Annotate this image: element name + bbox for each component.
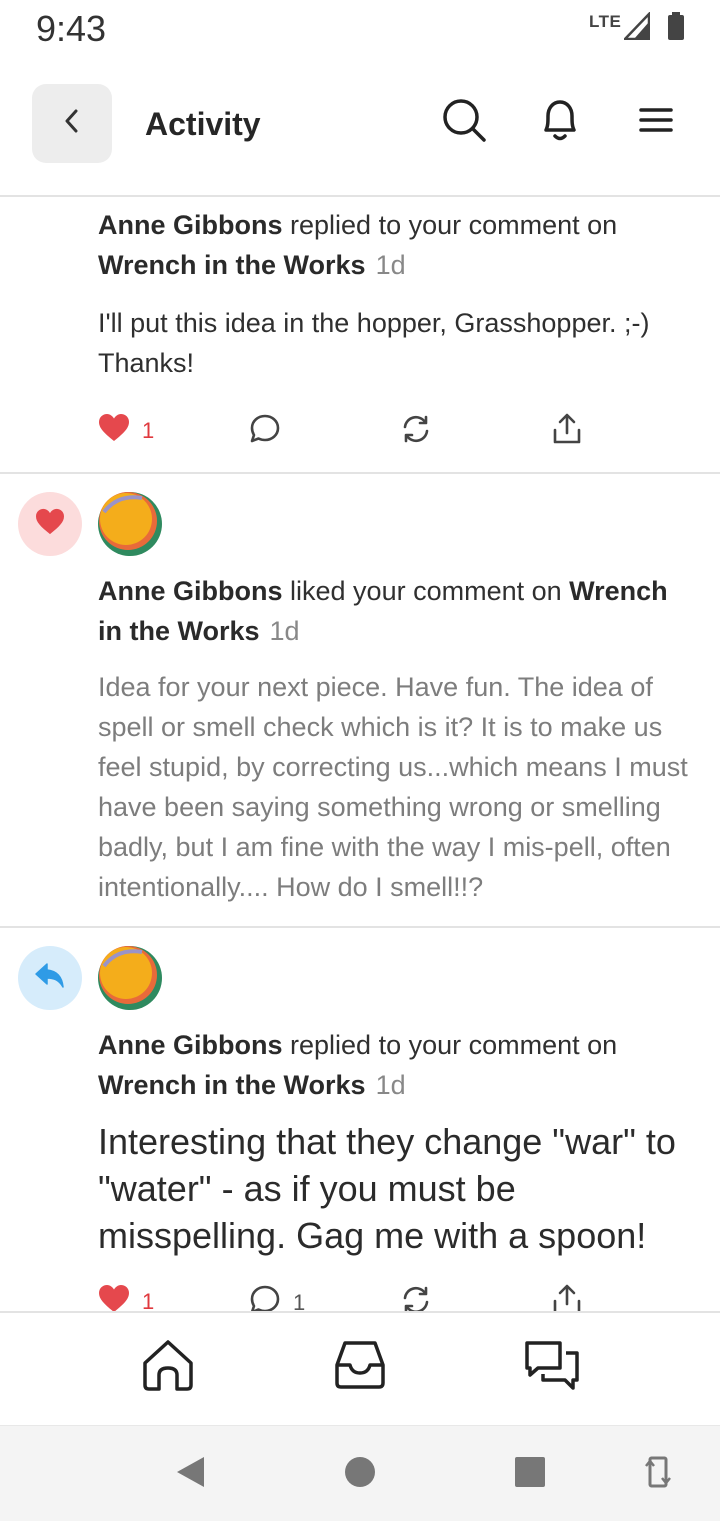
action-text: replied to your comment on: [290, 1030, 618, 1060]
nav-inbox[interactable]: [328, 1335, 392, 1399]
rotate-icon: [645, 1454, 671, 1495]
comment-icon: [249, 413, 281, 450]
comment-button[interactable]: [249, 413, 281, 450]
like-button[interactable]: 1: [98, 413, 154, 448]
chat-icon: [522, 1337, 582, 1398]
page-title: Activity: [145, 106, 261, 142]
share-button[interactable]: [551, 1284, 583, 1311]
search-button[interactable]: [440, 98, 488, 146]
time-ago: 1d: [269, 616, 300, 646]
like-badge: [18, 492, 82, 556]
system-recents-button[interactable]: [510, 1454, 550, 1494]
search-icon: [441, 97, 487, 148]
time-ago: 1d: [375, 250, 406, 280]
actor-name[interactable]: Anne Gibbons: [98, 576, 283, 606]
battery-icon: [667, 12, 685, 45]
notification-item[interactable]: Anne Gibbons replied to your comment on …: [0, 197, 720, 472]
restack-icon: [400, 413, 432, 450]
back-button[interactable]: [32, 84, 112, 163]
rotate-button[interactable]: [638, 1454, 678, 1494]
chevron-left-icon: [62, 106, 82, 141]
avatar[interactable]: [98, 492, 162, 556]
like-button[interactable]: 1: [98, 1284, 154, 1311]
inbox-icon: [332, 1337, 388, 1398]
actor-name[interactable]: Anne Gibbons: [98, 210, 283, 240]
heart-icon: [35, 508, 65, 541]
status-time: 9:43: [36, 8, 107, 49]
notification-item[interactable]: Anne Gibbons liked your comment on Wrenc…: [0, 474, 720, 924]
reply-badge: [18, 946, 82, 1010]
share-button[interactable]: [551, 413, 583, 450]
restack-icon: [400, 1284, 432, 1311]
notification-headline: Anne Gibbons replied to your comment on …: [98, 205, 698, 285]
notifications-button[interactable]: [536, 98, 584, 146]
system-nav-bar: [0, 1425, 720, 1521]
action-text: liked your comment on: [290, 576, 562, 606]
time-ago: 1d: [375, 1070, 406, 1100]
comment-icon: [249, 1284, 281, 1311]
app-header: Activity: [0, 68, 720, 194]
signal-icon: [622, 10, 651, 45]
bottom-nav: [0, 1311, 720, 1427]
menu-icon: [639, 106, 673, 139]
action-text: replied to your comment on: [290, 210, 618, 240]
comment-excerpt[interactable]: I'll put this idea in the hopper, Grassh…: [98, 303, 698, 383]
avatar[interactable]: [98, 946, 162, 1010]
status-bar: 9:43 LTE: [0, 0, 720, 60]
notification-item[interactable]: Anne Gibbons replied to your comment on …: [0, 928, 720, 1311]
network-type: LTE: [589, 12, 622, 31]
notification-headline: Anne Gibbons liked your comment on Wrenc…: [98, 571, 698, 651]
heart-icon: [98, 1284, 130, 1311]
system-home-button[interactable]: [340, 1454, 380, 1494]
bell-icon: [538, 96, 582, 149]
share-icon: [551, 413, 583, 450]
post-title[interactable]: Wrench in the Works: [98, 1070, 366, 1100]
restack-button[interactable]: [400, 1284, 432, 1311]
reply-count: 1: [293, 1289, 306, 1312]
recents-square-icon: [514, 1456, 546, 1493]
menu-button[interactable]: [632, 98, 680, 146]
actor-name[interactable]: Anne Gibbons: [98, 1030, 283, 1060]
like-count: 1: [142, 417, 155, 443]
reply-arrow-icon: [34, 962, 66, 995]
notification-headline: Anne Gibbons replied to your comment on …: [98, 1025, 698, 1105]
comment-excerpt[interactable]: Idea for your next piece. Have fun. The …: [98, 667, 708, 907]
like-count: 1: [142, 1288, 155, 1312]
post-title[interactable]: Wrench in the Works: [98, 250, 366, 280]
comment-button[interactable]: 1: [249, 1284, 305, 1311]
back-triangle-icon: [174, 1455, 206, 1494]
nav-home[interactable]: [136, 1335, 200, 1399]
comment-excerpt[interactable]: Interesting that they change "war" to "w…: [98, 1118, 698, 1259]
home-circle-icon: [344, 1456, 376, 1493]
heart-icon: [98, 413, 130, 448]
nav-chat[interactable]: [520, 1335, 584, 1399]
activity-feed[interactable]: Anne Gibbons replied to your comment on …: [0, 197, 720, 1311]
restack-button[interactable]: [400, 413, 432, 450]
home-icon: [140, 1337, 196, 1398]
share-icon: [551, 1284, 583, 1311]
system-back-button[interactable]: [170, 1454, 210, 1494]
